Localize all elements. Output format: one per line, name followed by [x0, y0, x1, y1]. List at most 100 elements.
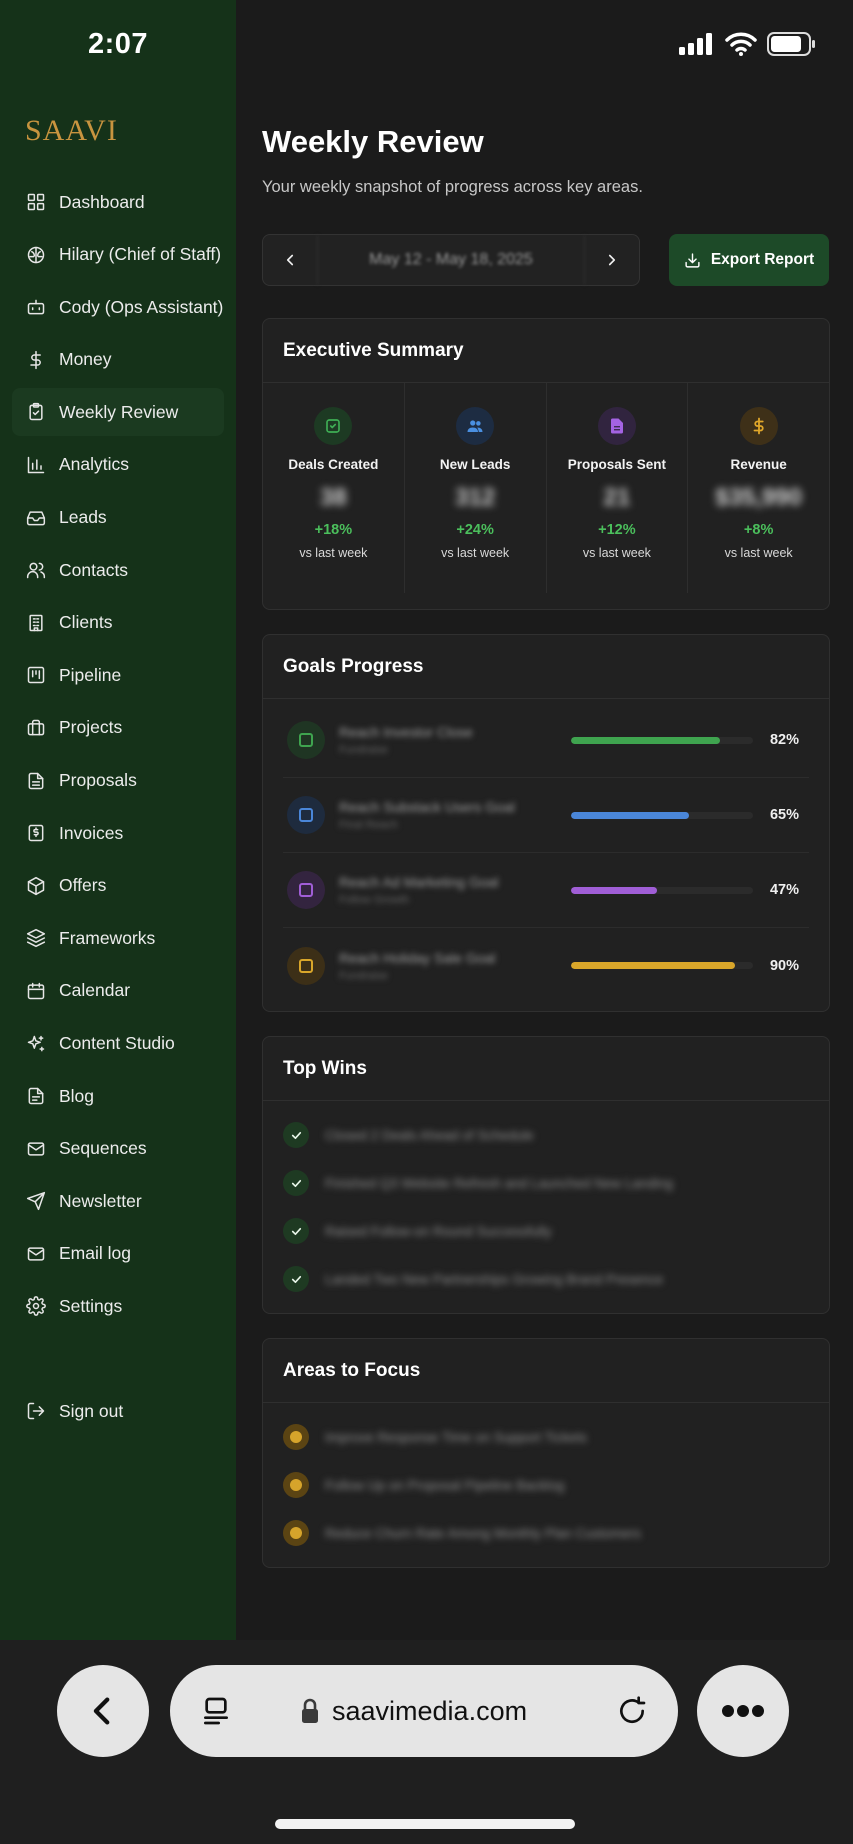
- stat-change: +12%: [598, 522, 636, 538]
- goal-progress-fill: [571, 962, 735, 969]
- sidebar-item-leads[interactable]: Leads: [12, 494, 224, 542]
- stat-change: +8%: [743, 522, 774, 538]
- goal-percent: 90%: [769, 957, 799, 974]
- sidebar-item-cody[interactable]: Cody (Ops Assistant): [12, 283, 224, 331]
- sidebar-item-settings[interactable]: Settings: [12, 1282, 224, 1330]
- goal-subtitle: Fundraise: [339, 969, 388, 982]
- goal-progress-fill: [571, 811, 690, 819]
- reload-icon[interactable]: [616, 1695, 648, 1727]
- browser-back-button[interactable]: [57, 1665, 149, 1757]
- sign-out-label: Sign out: [59, 1400, 124, 1421]
- sidebar-item-frameworks[interactable]: Frameworks: [12, 914, 224, 962]
- stat-value: $35,990: [715, 484, 802, 511]
- chevron-left-icon: [93, 1697, 110, 1725]
- stat-comparison: vs last week: [582, 546, 651, 560]
- sidebar-item-sequences[interactable]: Sequences: [12, 1125, 224, 1173]
- executive-summary-card: Executive Summary Deals Created 38 +18% …: [262, 318, 830, 610]
- win-text: Finished Q3 Website Refresh and Launched…: [325, 1175, 673, 1191]
- tabs-icon: [204, 1697, 228, 1725]
- briefcase-icon: [25, 717, 47, 739]
- goal-progress-fill: [571, 736, 721, 744]
- sign-out-button[interactable]: Sign out: [12, 1387, 224, 1435]
- sidebar-item-label: Leads: [59, 507, 107, 528]
- layers-icon: [25, 927, 47, 949]
- brand-logo[interactable]: SAAVI: [25, 114, 118, 148]
- stat-proposals-sent: Proposals Sent 21 +12% vs last week: [547, 383, 689, 593]
- list-item: Improve Response Time on Support Tickets: [283, 1413, 809, 1461]
- list-item: Finished Q3 Website Refresh and Launched…: [283, 1159, 809, 1207]
- goal-percent: 82%: [769, 732, 799, 748]
- stat-comparison: vs last week: [299, 546, 368, 560]
- goal-title: Reach Substack Users Goal: [339, 799, 515, 815]
- goal-subtitle: Fundraise: [339, 744, 388, 756]
- sidebar-item-calendar[interactable]: Calendar: [12, 967, 224, 1015]
- status-time: 2:07: [88, 28, 149, 60]
- areas-to-focus-card: Areas to Focus Improve Response Time on …: [262, 1338, 830, 1568]
- invoice-icon: [25, 822, 47, 844]
- goal-row: Reach Holiday Sale Goal Fundraise 90%: [283, 928, 809, 1003]
- gear-icon: [25, 1295, 47, 1317]
- sidebar-item-analytics[interactable]: Analytics: [12, 441, 224, 489]
- sidebar-item-clients[interactable]: Clients: [12, 599, 224, 647]
- sidebar-item-label: Projects: [59, 717, 123, 738]
- sidebar-item-proposals[interactable]: Proposals: [12, 757, 224, 805]
- executive-summary-title: Executive Summary: [263, 319, 829, 383]
- sidebar-item-money[interactable]: Money: [12, 336, 224, 384]
- sidebar-item-offers[interactable]: Offers: [12, 862, 224, 910]
- goal-row: Reach Investor Close Fundraise 82%: [283, 703, 809, 778]
- building-icon: [25, 612, 47, 634]
- next-week-button[interactable]: [585, 235, 639, 285]
- browser-more-button[interactable]: [697, 1665, 789, 1757]
- sidebar-item-contacts[interactable]: Contacts: [12, 546, 224, 594]
- goal-title: Reach Investor Close: [339, 724, 473, 740]
- sidebar-item-pipeline[interactable]: Pipeline: [12, 651, 224, 699]
- sidebar-item-hilary[interactable]: Hilary (Chief of Staff): [12, 231, 224, 279]
- stat-label: Proposals Sent: [567, 457, 667, 472]
- sidebar-item-invoices[interactable]: Invoices: [12, 809, 224, 857]
- sidebar-item-projects[interactable]: Projects: [12, 704, 224, 752]
- sidebar-item-newsletter[interactable]: Newsletter: [12, 1177, 224, 1225]
- users-icon: [25, 559, 47, 581]
- export-report-button[interactable]: Export Report: [669, 234, 829, 286]
- goals-list: Reach Investor Close Fundraise 82% Reach …: [263, 699, 829, 1003]
- sidebar-item-label: Offers: [59, 875, 107, 896]
- address-bar[interactable]: saavimedia.com: [170, 1665, 678, 1757]
- sidebar-item-label: Contacts: [59, 559, 129, 580]
- sidebar: 2:07 SAAVI Dashboard Hilary (Chief of St…: [0, 0, 236, 1640]
- browser-toolbar: saavimedia.com: [0, 1640, 853, 1844]
- stat-new-leads: New Leads 312 +24% vs last week: [405, 383, 547, 593]
- clipboard-check-icon: [25, 401, 47, 423]
- sidebar-item-label: Money: [59, 349, 112, 370]
- sidebar-item-weekly-review[interactable]: Weekly Review: [12, 388, 224, 437]
- sidebar-item-blog[interactable]: Blog: [12, 1072, 224, 1120]
- stat-value: 21: [603, 484, 631, 511]
- sidebar-item-dashboard[interactable]: Dashboard: [12, 178, 224, 226]
- date-range-label[interactable]: May 12 - May 18, 2025: [317, 235, 585, 285]
- goal-progress-bar: [571, 736, 753, 744]
- goal-percent: 47%: [769, 882, 799, 898]
- list-item: Follow Up on Proposal Pipeline Backlog: [283, 1461, 809, 1509]
- sidebar-item-content-studio[interactable]: Content Studio: [12, 1020, 224, 1068]
- sparkles-icon: [25, 1033, 47, 1055]
- win-text: Closed 2 Deals Ahead of Schedule: [325, 1127, 534, 1143]
- goals-progress-card: Goals Progress Reach Investor Close Fundr…: [262, 634, 830, 1012]
- sidebar-item-email-log[interactable]: Email log: [12, 1230, 224, 1278]
- sidebar-item-label: Settings: [59, 1295, 123, 1316]
- prev-week-button[interactable]: [263, 235, 317, 285]
- sidebar-item-label: Proposals: [59, 770, 137, 791]
- goal-subtitle: Follow Growth: [339, 894, 410, 906]
- sidebar-item-label: Frameworks: [59, 927, 156, 948]
- goals-progress-title: Goals Progress: [263, 635, 829, 699]
- sidebar-nav: Dashboard Hilary (Chief of Staff) Cody (…: [12, 178, 224, 1335]
- goal-title: Reach Holiday Sale Goal: [339, 949, 496, 966]
- download-icon: [685, 252, 700, 268]
- stat-label: Revenue: [730, 457, 787, 472]
- calendar-icon: [25, 980, 47, 1002]
- more-dots-icon: [722, 1705, 764, 1717]
- export-report-label: Export Report: [710, 251, 815, 268]
- focus-list: Improve Response Time on Support Tickets…: [263, 1403, 829, 1569]
- goal-title: Reach Ad Marketing Goal: [339, 874, 499, 890]
- chevron-right-icon: [608, 254, 616, 266]
- check-icon: [283, 1122, 309, 1148]
- list-item: Reduce Churn Rate Among Monthly Plan Cus…: [283, 1509, 809, 1557]
